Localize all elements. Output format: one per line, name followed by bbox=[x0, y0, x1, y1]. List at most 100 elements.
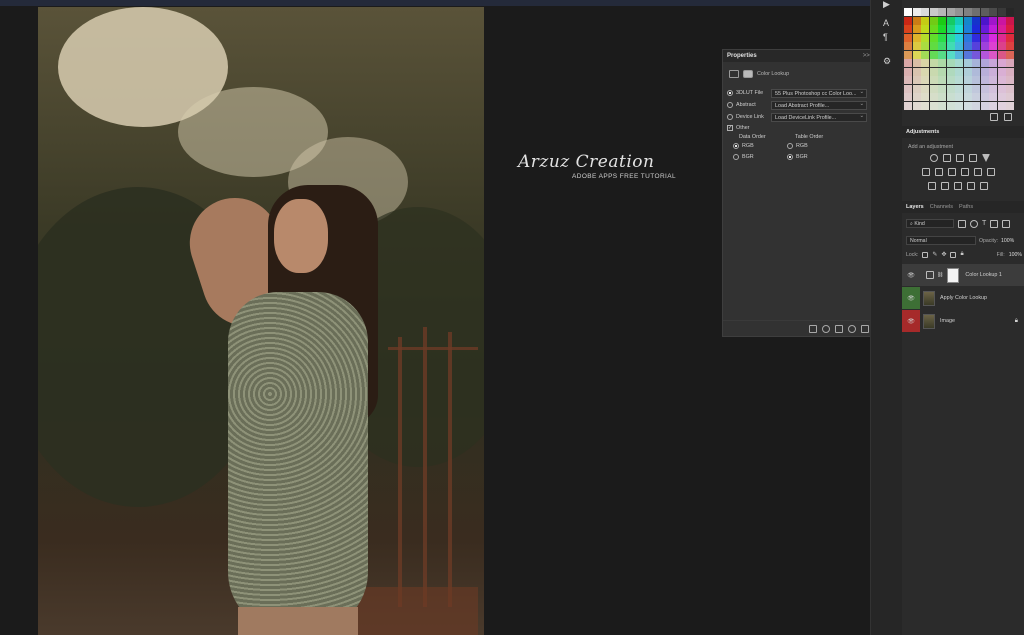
color-swatch[interactable] bbox=[997, 8, 1006, 16]
color-swatch[interactable] bbox=[972, 25, 980, 33]
layer-filter-kind[interactable]: ⌕ Kind bbox=[906, 219, 954, 228]
color-swatch[interactable] bbox=[921, 101, 929, 110]
data-order-rgb-radio[interactable] bbox=[733, 143, 739, 149]
color-swatch[interactable] bbox=[921, 50, 929, 59]
color-swatch[interactable] bbox=[955, 16, 963, 25]
color-swatch[interactable] bbox=[929, 84, 938, 93]
properties-panel-icon[interactable]: ⚙ bbox=[883, 56, 891, 67]
color-swatch[interactable] bbox=[963, 16, 972, 25]
color-swatch[interactable] bbox=[980, 8, 989, 16]
color-swatch[interactable] bbox=[938, 42, 946, 50]
color-swatch[interactable] bbox=[989, 42, 997, 50]
lock-transparency-icon[interactable] bbox=[922, 251, 929, 258]
color-balance-icon[interactable] bbox=[935, 168, 943, 176]
exposure-icon[interactable] bbox=[969, 154, 977, 162]
color-swatch[interactable] bbox=[963, 84, 972, 93]
tab-adjustments[interactable]: Adjustments bbox=[906, 129, 939, 135]
color-swatch[interactable] bbox=[904, 59, 912, 67]
color-swatch[interactable] bbox=[912, 76, 921, 84]
color-swatch[interactable] bbox=[997, 101, 1006, 110]
color-swatch[interactable] bbox=[921, 93, 929, 101]
device-link-dropdown[interactable]: Load DeviceLink Profile... bbox=[771, 113, 867, 122]
table-order-rgb-radio[interactable] bbox=[787, 143, 793, 149]
new-swatch-icon[interactable] bbox=[990, 113, 998, 121]
color-swatch[interactable] bbox=[1006, 8, 1014, 16]
table-order-rgb[interactable]: RGB bbox=[787, 141, 808, 151]
color-swatch[interactable] bbox=[1006, 76, 1014, 84]
lut-file-dropdown[interactable]: 55 Plus Photoshop cc Color Loo... bbox=[771, 89, 867, 98]
view-previous-icon[interactable] bbox=[822, 324, 830, 333]
color-swatch[interactable] bbox=[972, 101, 980, 110]
blend-mode-select[interactable]: Normal bbox=[906, 236, 976, 245]
color-swatch[interactable] bbox=[972, 42, 980, 50]
color-swatch[interactable] bbox=[997, 93, 1006, 101]
invert-icon[interactable] bbox=[928, 182, 936, 190]
color-swatch[interactable] bbox=[989, 59, 997, 67]
color-swatch[interactable] bbox=[955, 76, 963, 84]
color-swatch[interactable] bbox=[997, 25, 1006, 33]
opacity-value[interactable]: 100% bbox=[1001, 238, 1014, 244]
color-swatch[interactable] bbox=[955, 84, 963, 93]
color-swatch[interactable] bbox=[997, 84, 1006, 93]
hue-saturation-icon[interactable] bbox=[922, 168, 930, 176]
color-swatch[interactable] bbox=[921, 25, 929, 33]
color-swatch[interactable] bbox=[989, 33, 997, 42]
color-swatch[interactable] bbox=[989, 101, 997, 110]
tab-channels[interactable]: Channels bbox=[930, 204, 953, 210]
color-swatch[interactable] bbox=[921, 59, 929, 67]
layer-row-color-lookup[interactable]: 👁︎ ⛓︎ Color Lookup 1 bbox=[902, 264, 1024, 286]
color-swatch[interactable] bbox=[997, 16, 1006, 25]
brightness-icon[interactable] bbox=[930, 154, 938, 162]
color-swatch[interactable] bbox=[972, 50, 980, 59]
data-order-rgb[interactable]: RGB bbox=[733, 141, 754, 151]
layer-name[interactable]: Image bbox=[940, 318, 955, 324]
color-swatch[interactable] bbox=[921, 33, 929, 42]
color-swatch[interactable] bbox=[963, 42, 972, 50]
fill-value[interactable]: 100% bbox=[1009, 252, 1022, 258]
color-lookup-icon[interactable] bbox=[987, 168, 995, 176]
color-swatch[interactable] bbox=[972, 33, 980, 42]
threshold-icon[interactable] bbox=[954, 182, 962, 190]
reset-icon[interactable] bbox=[835, 324, 843, 333]
swatches-grid[interactable] bbox=[904, 8, 1018, 112]
lock-paint-icon[interactable]: ✎ bbox=[932, 251, 937, 258]
color-swatch[interactable] bbox=[938, 67, 946, 76]
color-swatch[interactable] bbox=[1006, 42, 1014, 50]
curves-icon[interactable] bbox=[956, 154, 964, 162]
color-swatch[interactable] bbox=[1006, 67, 1014, 76]
color-swatch[interactable] bbox=[980, 84, 989, 93]
layer-row-apply-color-lookup[interactable]: 👁︎ Apply Color Lookup bbox=[902, 287, 1024, 309]
color-swatch[interactable] bbox=[972, 8, 980, 16]
selective-color-icon[interactable] bbox=[980, 182, 988, 190]
color-swatch[interactable] bbox=[904, 84, 912, 93]
properties-header[interactable]: Properties >> ≡ bbox=[723, 50, 879, 62]
data-order-bgr[interactable]: BGR bbox=[733, 152, 754, 162]
color-swatch[interactable] bbox=[929, 76, 938, 84]
color-swatch[interactable] bbox=[989, 8, 997, 16]
color-swatch[interactable] bbox=[946, 101, 955, 110]
properties-title[interactable]: Properties bbox=[727, 53, 757, 59]
lut-file-row[interactable]: 3DLUT File bbox=[727, 88, 763, 98]
properties-panel[interactable]: Properties >> ≡ Color Lookup 3DLUT File … bbox=[722, 49, 880, 337]
collapse-icon[interactable]: >> bbox=[863, 53, 870, 59]
mask-icon[interactable] bbox=[743, 70, 753, 78]
posterize-icon[interactable] bbox=[941, 182, 949, 190]
color-swatch[interactable] bbox=[938, 84, 946, 93]
color-swatch[interactable] bbox=[938, 8, 946, 16]
color-swatch[interactable] bbox=[1006, 16, 1014, 25]
color-swatch[interactable] bbox=[946, 93, 955, 101]
color-swatch[interactable] bbox=[955, 59, 963, 67]
color-swatch[interactable] bbox=[963, 101, 972, 110]
color-swatch[interactable] bbox=[929, 101, 938, 110]
color-swatch[interactable] bbox=[904, 42, 912, 50]
color-swatch[interactable] bbox=[997, 76, 1006, 84]
color-swatch[interactable] bbox=[912, 59, 921, 67]
color-swatch[interactable] bbox=[946, 42, 955, 50]
filter-adjustment-icon[interactable] bbox=[970, 219, 978, 228]
data-order-bgr-radio[interactable] bbox=[733, 154, 739, 160]
abstract-dropdown[interactable]: Load Abstract Profile... bbox=[771, 101, 867, 110]
gradient-map-icon[interactable] bbox=[967, 182, 975, 190]
layer-name[interactable]: Apply Color Lookup bbox=[940, 295, 987, 301]
vibrance-icon[interactable] bbox=[982, 154, 990, 162]
layer-visibility-icon[interactable]: 👁︎ bbox=[902, 310, 920, 332]
